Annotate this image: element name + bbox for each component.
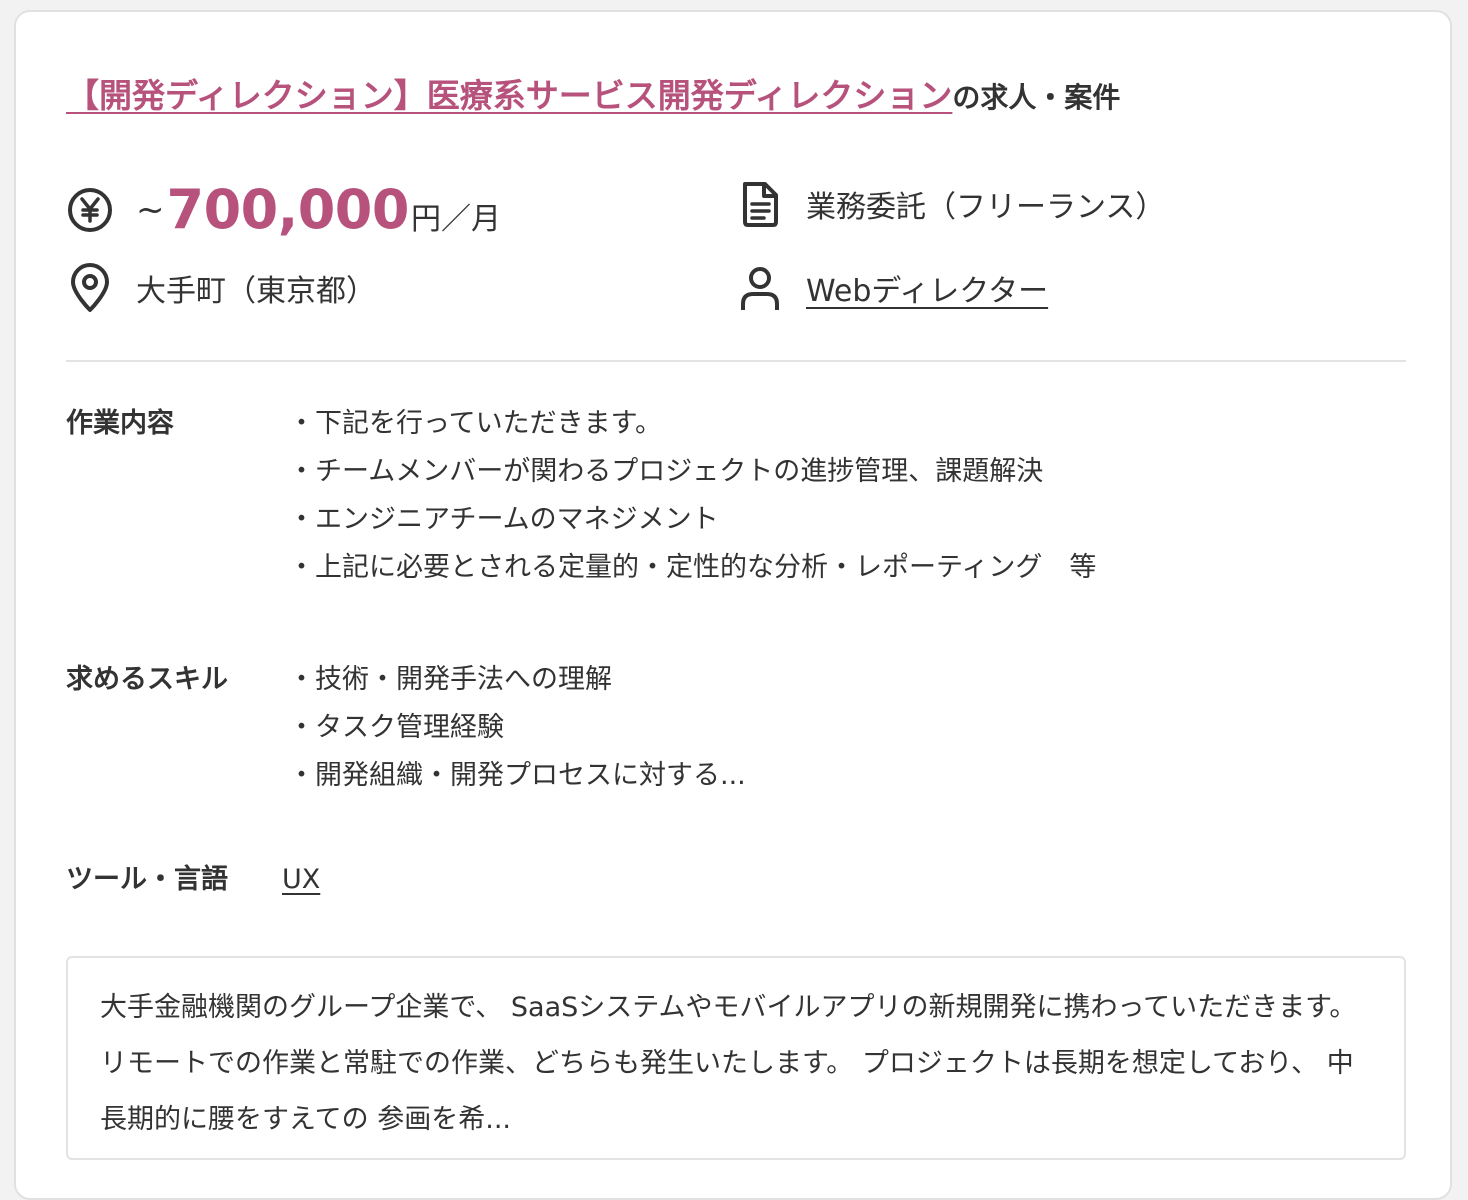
yen-circle-icon <box>66 186 114 234</box>
map-pin-icon <box>66 263 114 312</box>
job-title-suffix: の求人・案件 <box>952 81 1121 114</box>
salary-unit: 円／月 <box>410 201 501 237</box>
skills-list: ・技術・開発手法への理解 ・タスク管理経験 ・開発組織・開発プロセスに対する..… <box>288 660 746 804</box>
list-item: ・下記を行っていただきます。 <box>288 408 662 439</box>
role-info: Webディレクター <box>736 264 1048 312</box>
job-title: 【開発ディレクション】医療系サービス開発ディレクションの求人・案件 <box>66 74 1120 120</box>
document-icon <box>736 180 784 228</box>
role-link[interactable]: Webディレクター <box>806 266 1048 310</box>
list-item: ・開発組織・開発プロセスに対する... <box>288 760 746 791</box>
divider <box>66 360 1406 362</box>
job-card: 【開発ディレクション】医療系サービス開発ディレクションの求人・案件 ~ 700,… <box>14 10 1452 1200</box>
contract-type: 業務委託（フリーランス） <box>806 190 1166 225</box>
salary-info: ~ 700,000 円／月 <box>66 178 501 241</box>
description-text: 大手金融機関のグループ企業で、 SaaSシステムやモバイルアプリの新規開発に携わ… <box>100 992 1357 1135</box>
tool-link-ux[interactable]: UX <box>282 860 320 900</box>
salary-amount: 700,000 <box>166 178 410 241</box>
list-item: ・技術・開発手法への理解 <box>288 664 612 695</box>
contract-type-info: 業務委託（フリーランス） <box>736 180 1165 228</box>
location-info: 大手町（東京都） <box>66 263 376 312</box>
skills-label: 求めるスキル <box>66 664 228 695</box>
person-icon <box>736 264 784 312</box>
description-box: 大手金融機関のグループ企業で、 SaaSシステムやモバイルアプリの新規開発に携わ… <box>66 956 1406 1160</box>
job-title-link[interactable]: 【開発ディレクション】医療系サービス開発ディレクション <box>66 76 952 115</box>
tools-label: ツール・言語 <box>66 864 228 895</box>
location: 大手町（東京都） <box>136 274 376 309</box>
list-item: ・上記に必要とされる定量的・定性的な分析・レポーティング 等 <box>288 552 1097 583</box>
work-details-label: 作業内容 <box>66 408 174 439</box>
work-details-list: ・下記を行っていただきます。 ・チームメンバーが関わるプロジェクトの進捗管理、課… <box>288 404 1096 596</box>
salary-prefix: ~ <box>136 189 165 230</box>
